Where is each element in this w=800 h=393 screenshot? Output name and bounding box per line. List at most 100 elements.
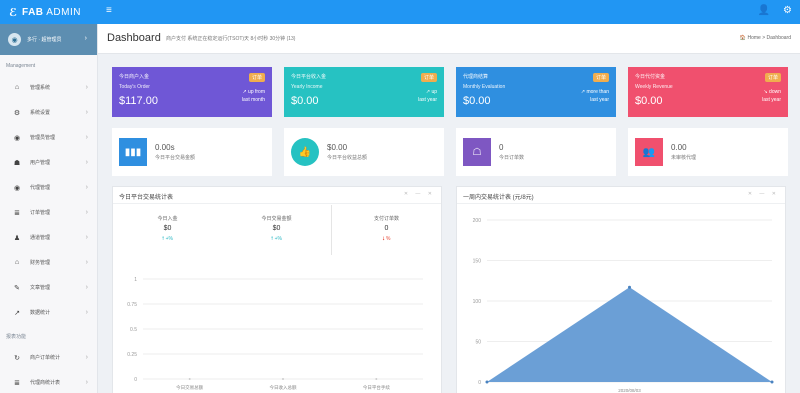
stat-trend-line: ↗ more than xyxy=(580,89,609,95)
y-tick-label: 100 xyxy=(473,299,482,305)
kpi-item: 今日入金 $0 🠕 +% xyxy=(113,205,222,255)
data-point[interactable] xyxy=(770,380,774,384)
gear-icon[interactable]: ⚙ xyxy=(783,5,792,16)
sidebar-item-2[interactable]: ◉ 管理员管理 › xyxy=(0,125,97,150)
today-stats-chart: 1 0.75 0.5 0.25 0 今日交易总额 今日收入总额 今日平台手续 xyxy=(127,277,423,391)
panel-tools-icon[interactable]: ✕ — ✕ xyxy=(748,191,779,197)
sidebar-item-label: 订单管理 xyxy=(30,210,51,216)
data-point[interactable] xyxy=(375,378,378,380)
sidebar-item-9[interactable]: ↗ 数据统计 › xyxy=(0,300,97,325)
stat-badge: 订单 xyxy=(420,73,437,82)
stat-card[interactable]: 今日平台收入金 Yearly Income $0.00 订单 ↗ up last year xyxy=(284,67,444,117)
breadcrumb[interactable]: 🏠 Home > Dashboard xyxy=(740,35,791,41)
kpi-value: 0 xyxy=(384,225,389,232)
panel-title: 一周内交易统计表 (元/8元) ✕ — ✕ xyxy=(457,187,785,204)
sidebar-item-5[interactable]: ≣ 订单管理 › xyxy=(0,200,97,225)
top-right-actions: 👤 ⚙ xyxy=(758,5,792,16)
sidebar-item-3[interactable]: ☗ 用户管理 › xyxy=(0,150,97,175)
kpi-value: $0 xyxy=(272,225,281,232)
kpi-label: 今日交易金额 xyxy=(261,216,292,222)
info-text: 0.00s 今日平台交易金额 xyxy=(155,143,195,161)
sidebar-item-label: 商户订单统计 xyxy=(30,355,61,361)
x-tick-label: 今日收入总额 xyxy=(270,384,297,391)
sidebar-section-reports: 报表功能 xyxy=(6,334,27,340)
panel-title: 今日平台交易统计表 ✕ — ✕ xyxy=(113,187,441,204)
stat-trend-line: last year xyxy=(590,96,609,103)
sidebar-item-7[interactable]: ⌂ 财务管理 › xyxy=(0,250,97,275)
stat-trend-line: ↗ up xyxy=(425,89,437,95)
y-tick-label: 0.75 xyxy=(127,302,137,308)
info-value: $0.00 xyxy=(327,143,348,152)
user-icon[interactable]: 👤 xyxy=(758,5,770,16)
menu-item-icon: ✎ xyxy=(14,284,20,292)
stat-card[interactable]: 今日代付资金 Weekly Revenue $0.00 订单 ↘ down last ye… xyxy=(628,67,788,117)
x-tick-label: 2020/08/03 xyxy=(618,388,641,393)
chevron-right-icon: › xyxy=(85,379,88,386)
stat-value: $0.00 xyxy=(635,95,663,107)
info-text: $0.00 今日平台收益总额 xyxy=(327,143,367,161)
sidebar-item-label: 代理商统计表 xyxy=(30,380,61,386)
menu-toggle-icon[interactable]: ≡ xyxy=(106,5,112,16)
info-card[interactable]: ☖ 0 今日订单数 xyxy=(456,128,616,176)
chevron-right-icon: › xyxy=(85,309,88,316)
chevron-right-icon: › xyxy=(84,35,87,42)
stat-trend: ↗ up last year xyxy=(418,89,437,104)
sidebar-item-label: 数据统计 xyxy=(30,310,51,316)
info-text: 0.00 未审核代理 xyxy=(671,143,696,161)
stat-value: $0.00 xyxy=(463,95,491,107)
stat-label: 代理商结算 xyxy=(463,74,489,80)
chevron-right-icon: › xyxy=(85,84,88,91)
menu-item-icon: ↗ xyxy=(14,309,20,317)
info-icon: 👥 xyxy=(635,138,663,166)
stat-label: 今日代付资金 xyxy=(635,74,666,80)
sidebar-report-item-1[interactable]: ≣ 代理商统计表 › xyxy=(0,370,97,393)
today-stats-panel: 今日平台交易统计表 ✕ — ✕ 今日入金 $0 🠕 +% 今日交易金额 $0 🠕 +% 支付… xyxy=(112,186,442,393)
menu-item-icon: ↻ xyxy=(14,354,20,362)
sidebar-report-item-0[interactable]: ↻ 商户订单统计 › xyxy=(0,345,97,370)
sidebar-item-1[interactable]: ⚙ 系统设置 › xyxy=(0,100,97,125)
avatar: ◉ xyxy=(8,33,21,46)
stat-trend-line: last year xyxy=(418,96,437,103)
info-label: 今日平台收益总额 xyxy=(327,155,368,161)
sidebar-user[interactable]: ◉ 多行 · 超管理员 › xyxy=(0,24,97,55)
data-point[interactable] xyxy=(485,380,489,384)
stat-badge: 订单 xyxy=(248,73,265,82)
menu-item-icon: ☗ xyxy=(13,159,21,167)
info-card[interactable]: ▮▮▮ 0.00s 今日平台交易金额 xyxy=(112,128,272,176)
data-point[interactable] xyxy=(628,285,631,289)
sidebar-item-6[interactable]: ♟ 通道管理 › xyxy=(0,225,97,250)
y-tick-label: 0 xyxy=(134,377,137,383)
app-logo[interactable]: ℰ FAB ADMIN xyxy=(0,0,98,24)
data-point[interactable] xyxy=(282,378,284,380)
kpi-delta: 🠗 % xyxy=(382,236,391,242)
panel-tools-icon[interactable]: ✕ — ✕ xyxy=(404,191,435,197)
top-navbar: ℰ FAB ADMIN ≡ 👤 ⚙ xyxy=(0,0,800,24)
stat-card[interactable]: 今日商户入金 Today's Order $117.00 订单 ↗ up from las… xyxy=(112,67,272,117)
sidebar-item-4[interactable]: ◉ 代理管理 › xyxy=(0,175,97,200)
stat-sublabel: Monthly Evaluation xyxy=(463,84,506,90)
stat-sublabel: Weekly Revenue xyxy=(635,84,673,90)
sidebar: ◉ 多行 · 超管理员 › Management ⌂ 管理系统 › ⚙ 系统设置 › ◉ 管理… xyxy=(0,24,98,393)
x-tick-label: 今日交易总额 xyxy=(176,384,203,391)
data-point[interactable] xyxy=(188,378,191,380)
kpi-value: $0 xyxy=(163,225,172,232)
stat-card[interactable]: 代理商结算 Monthly Evaluation $0.00 订单 ↗ more tha… xyxy=(456,67,616,117)
y-tick-label: 0.25 xyxy=(127,352,137,358)
info-label: 未审核代理 xyxy=(671,155,697,161)
info-card[interactable]: 👥 0.00 未审核代理 xyxy=(628,128,788,176)
menu-item-icon: ⌂ xyxy=(14,259,20,266)
menu-item-icon: ⌂ xyxy=(14,84,20,91)
kpi-label: 支付订单数 xyxy=(373,216,399,222)
kpi-item: 今日交易金额 $0 🠕 +% xyxy=(222,205,331,255)
stat-trend-line: last month xyxy=(241,96,265,103)
info-value: 0 xyxy=(499,143,504,152)
chevron-right-icon: › xyxy=(85,109,88,116)
stat-trend: ↗ up from last month xyxy=(242,89,265,104)
stat-badge: 订单 xyxy=(764,73,781,82)
sidebar-item-0[interactable]: ⌂ 管理系统 › xyxy=(0,75,97,100)
chevron-right-icon: › xyxy=(85,259,88,266)
sidebar-item-8[interactable]: ✎ 文章管理 › xyxy=(0,275,97,300)
y-tick-label: 0.5 xyxy=(130,327,137,333)
sidebar-section-main: Management xyxy=(6,63,36,69)
info-card[interactable]: 👍 $0.00 今日平台收益总额 xyxy=(284,128,444,176)
